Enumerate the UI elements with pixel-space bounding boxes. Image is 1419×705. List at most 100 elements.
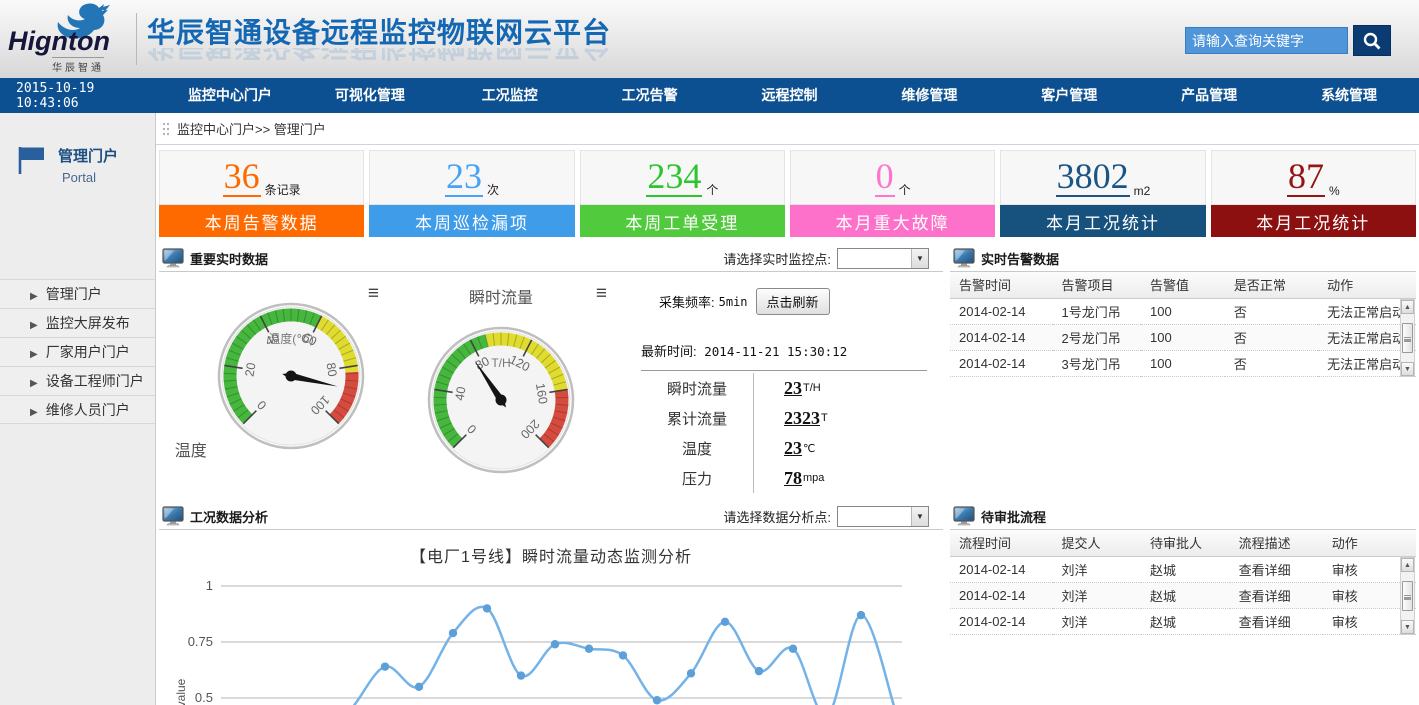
stat-label[interactable]: 本周告警数据 [159,205,364,237]
table-scrollbar[interactable]: ▲ ▼ [1400,299,1415,377]
scroll-up-icon[interactable]: ▲ [1401,300,1414,314]
sidebar-item-repair-portal[interactable]: ▶维修人员门户 [0,395,155,424]
svg-text:0.75: 0.75 [188,634,213,649]
cell-approver: 赵城 [1141,556,1230,582]
col-header: 流程描述 [1230,530,1323,556]
logo-text: Hignton [8,26,110,57]
logo-subtext: 华辰智通 [52,57,104,74]
gauge-title: 瞬时流量 [469,284,533,308]
table-header-row: 告警时间 告警项目 告警值 是否正常 动作 [950,272,1416,298]
stat-label[interactable]: 本月重大故障 [790,205,995,237]
approval-flow-panel: 待审批流程 流程时间 提交人 待审批人 流程描述 动作 [950,503,1416,705]
search-zone [1185,25,1391,56]
stat-unit: 条记录 [265,181,301,198]
svg-text:1: 1 [206,578,213,593]
monitor-icon [162,506,184,526]
svg-text:80: 80 [324,362,340,378]
scrollbar-thumb[interactable] [1402,323,1413,353]
nav-item-visualization[interactable]: 可视化管理 [300,78,440,113]
nav-item-condition-alarm[interactable]: 工况告警 [580,78,720,113]
sidebar-item-screen-publish[interactable]: ▶监控大屏发布 [0,308,155,337]
nav-item-condition-monitor[interactable]: 工况监控 [440,78,580,113]
main-content: 监控中心门户>> 管理门户 36条记录 本周告警数据 23次 本周巡检漏项 23… [156,113,1419,705]
reading-unit: T [821,412,828,424]
stat-label[interactable]: 本月工况统计 [1000,205,1205,237]
nav-item-remote-control[interactable]: 远程控制 [720,78,860,113]
stat-label[interactable]: 本周工单受理 [580,205,785,237]
sidebar-menu: ▶管理门户 ▶监控大屏发布 ▶厂家用户门户 ▶设备工程师门户 ▶维修人员门户 [0,279,155,424]
search-input[interactable] [1185,27,1348,54]
portal-title: 管理门户 [58,145,155,166]
divider [641,370,927,371]
gauge-menu-icon[interactable]: ≡ [596,284,607,304]
col-header: 是否正常 [1225,272,1318,298]
cell-alarm-normal: 否 [1225,324,1318,350]
cell-flow-desc[interactable]: 查看详细 [1230,608,1323,634]
stat-label[interactable]: 本周巡检漏项 [369,205,574,237]
sidebar-item-label: 管理门户 [46,286,102,302]
nav-item-product[interactable]: 产品管理 [1139,78,1279,113]
portal-header: 管理门户 Portal [0,113,155,213]
nav-item-system[interactable]: 系统管理 [1279,78,1419,113]
cell-alarm-item: 2号龙门吊 [1053,324,1142,350]
realtime-data-panel: 重要实时数据 请选择实时监控点: ▼ 温度 ≡ [159,245,943,493]
stat-value: 36 [223,158,261,197]
svg-text:20: 20 [243,362,259,378]
stat-card-monthly-failures: 0个 本月重大故障 [790,150,995,237]
flow-gauge: 04080120160200T/H [421,320,581,480]
temperature-gauge-block: 温度 ≡ 020406080100温度(℃) [159,284,387,493]
stat-card-weekly-alarms: 36条记录 本周告警数据 [159,150,364,237]
reading-value: 78 [784,468,802,489]
gauge-menu-icon[interactable]: ≡ [368,284,379,304]
reading-row: 累计流量 2323T [641,403,927,433]
breadcrumb-grip-icon [162,122,170,136]
realtime-point-select[interactable]: ▼ [837,248,929,269]
main-navbar: 2015-10-19 10:43:06 监控中心门户 可视化管理 工况监控 工况… [0,78,1419,113]
refresh-button[interactable]: 点击刷新 [756,288,830,315]
scrollbar-thumb[interactable] [1402,581,1413,611]
monitor-icon [953,506,975,526]
chevron-down-icon[interactable]: ▼ [911,249,928,268]
selector-label: 请选择实时监控点: [723,249,831,268]
nav-item-maintenance[interactable]: 维修管理 [859,78,999,113]
latest-time-label: 最新时间: [641,344,697,359]
monitor-icon [162,248,184,268]
table-row: 2014-02-14 刘洋 赵城 查看详细 审核 [950,608,1416,634]
scroll-down-icon[interactable]: ▼ [1401,362,1414,376]
reading-name: 温度 [641,438,753,459]
sidebar-item-factory-portal[interactable]: ▶厂家用户门户 [0,337,155,366]
stat-card-weekly-workorders: 234个 本周工单受理 [580,150,785,237]
table-header-row: 流程时间 提交人 待审批人 流程描述 动作 [950,530,1416,556]
cell-alarm-value: 100 [1141,298,1225,324]
table-row: 2014-02-14 3号龙门吊 100 否 无法正常启动 [950,350,1416,376]
panel-title: 重要实时数据 [190,249,268,268]
stat-unit: % [1329,184,1340,198]
logo: Hignton 华辰智通 [0,0,132,78]
stat-card-monthly-condition-pct: 87% 本月工况统计 [1211,150,1416,237]
breadcrumb: 监控中心门户>> 管理门户 [156,113,1419,145]
chevron-down-icon[interactable]: ▼ [911,507,928,526]
reading-unit: T/H [803,382,821,394]
table-scrollbar[interactable]: ▲ ▼ [1400,557,1415,635]
reading-name: 瞬时流量 [641,378,753,399]
analysis-point-select[interactable]: ▼ [837,506,929,527]
cell-flow-desc[interactable]: 查看详细 [1230,582,1323,608]
reading-value: 23 [784,438,802,459]
nav-item-monitor-center[interactable]: 监控中心门户 [160,78,300,113]
cell-alarm-normal: 否 [1225,350,1318,376]
reading-unit: mpa [803,472,824,484]
breadcrumb-text: 监控中心门户>> 管理门户 [177,119,326,138]
search-button[interactable] [1353,25,1391,56]
scroll-up-icon[interactable]: ▲ [1401,558,1414,572]
sidebar-item-engineer-portal[interactable]: ▶设备工程师门户 [0,366,155,395]
reading-unit: ℃ [803,442,815,455]
sidebar-item-admin-portal[interactable]: ▶管理门户 [0,279,155,308]
flow-line-chart: 10.750.5value [159,571,941,705]
stat-unit: m2 [1134,184,1151,198]
stat-label[interactable]: 本月工况统计 [1211,205,1416,237]
stat-value: 0 [875,158,895,197]
scroll-down-icon[interactable]: ▼ [1401,620,1414,634]
cell-flow-desc[interactable]: 查看详细 [1230,556,1323,582]
nav-item-customer[interactable]: 客户管理 [999,78,1139,113]
cell-submitter: 刘洋 [1053,556,1142,582]
